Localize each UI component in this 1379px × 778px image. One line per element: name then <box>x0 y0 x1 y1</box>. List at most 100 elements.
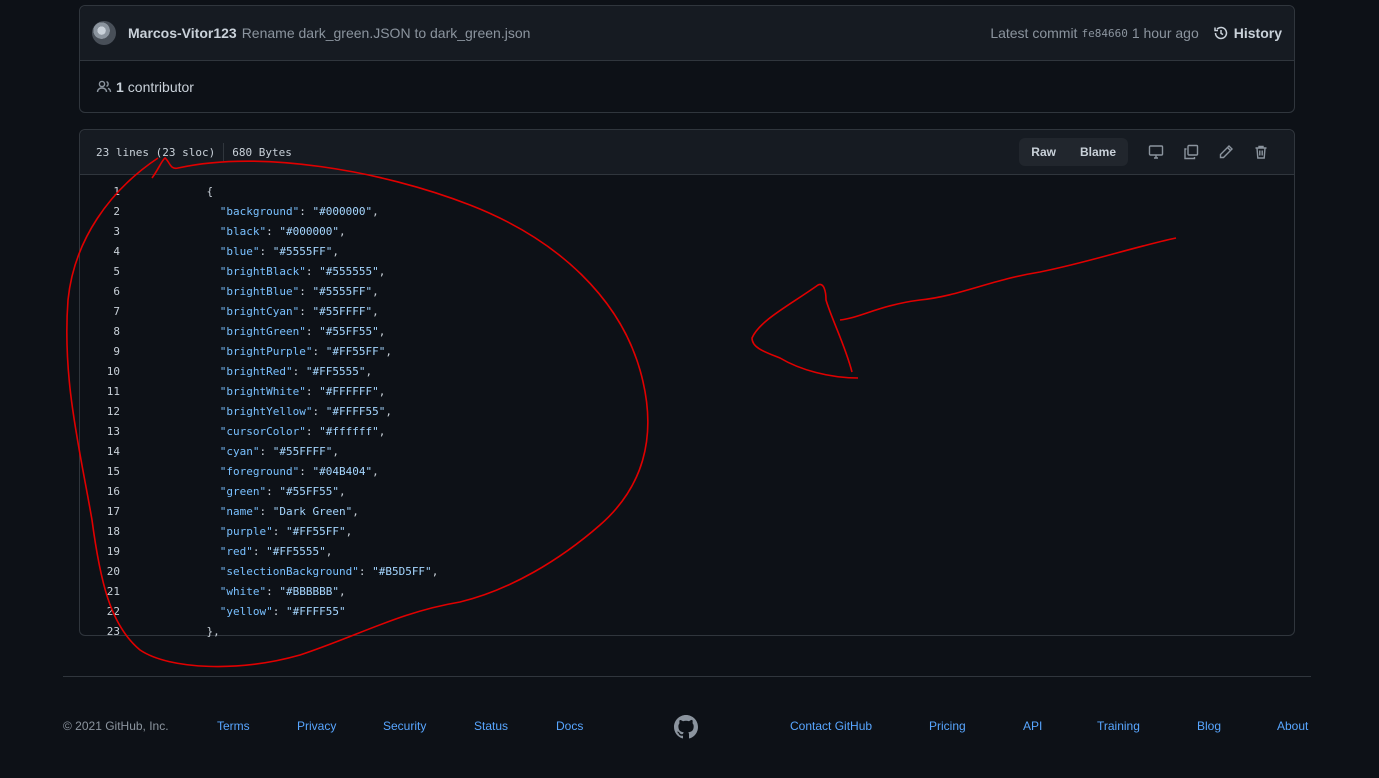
code-line[interactable]: 21 "white": "#BBBBBB", <box>80 581 1294 601</box>
code-line[interactable]: 6 "brightBlue": "#5555FF", <box>80 281 1294 301</box>
code-line[interactable]: 5 "brightBlack": "#555555", <box>80 261 1294 281</box>
edit-button[interactable] <box>1208 138 1243 166</box>
line-number[interactable]: 10 <box>80 365 120 378</box>
footer-link-training[interactable]: Training <box>1097 719 1140 733</box>
json-key: "purple" <box>219 524 273 538</box>
code-line[interactable]: 19 "red": "#FF5555", <box>80 541 1294 561</box>
line-number[interactable]: 19 <box>80 545 120 558</box>
footer-link-docs[interactable]: Docs <box>556 719 583 733</box>
json-key: "black" <box>219 224 267 238</box>
json-key: "name" <box>219 504 260 518</box>
commit-sha[interactable]: fe84660 <box>1081 27 1127 40</box>
json-key: "brightGreen" <box>219 324 306 338</box>
line-number[interactable]: 17 <box>80 505 120 518</box>
history-label: History <box>1233 25 1282 41</box>
contributor-label: contributor <box>127 79 194 95</box>
footer-link-about[interactable]: About <box>1277 719 1308 733</box>
line-number[interactable]: 22 <box>80 605 120 618</box>
line-number[interactable]: 1 <box>80 185 120 198</box>
github-logo-icon[interactable] <box>674 715 698 739</box>
footer-link-pricing[interactable]: Pricing <box>929 719 966 733</box>
line-content: "background": "#000000", <box>219 204 379 218</box>
code-line[interactable]: 14 "cyan": "#55FFFF", <box>80 441 1294 461</box>
line-number[interactable]: 20 <box>80 565 120 578</box>
line-number[interactable]: 5 <box>80 265 120 278</box>
code-listing[interactable]: 1 {2 "background": "#000000", 3 "black": … <box>80 175 1294 641</box>
footer-link-terms[interactable]: Terms <box>217 719 250 733</box>
code-line[interactable]: 8 "brightGreen": "#55FF55", <box>80 321 1294 341</box>
json-key: "brightPurple" <box>219 344 313 358</box>
line-content: "brightRed": "#FF5555", <box>219 364 373 378</box>
code-line[interactable]: 17 "name": "Dark Green", <box>80 501 1294 521</box>
code-line[interactable]: 10 "brightRed": "#FF5555", <box>80 361 1294 381</box>
json-key: "blue" <box>219 244 260 258</box>
line-number[interactable]: 9 <box>80 345 120 358</box>
line-number[interactable]: 11 <box>80 385 120 398</box>
line-number[interactable]: 23 <box>80 625 120 638</box>
json-value: "#000000" <box>279 224 339 238</box>
delete-button[interactable] <box>1243 138 1278 166</box>
code-line[interactable]: 7 "brightCyan": "#55FFFF", <box>80 301 1294 321</box>
line-number[interactable]: 18 <box>80 525 120 538</box>
json-value: "#FF55FF" <box>325 344 386 358</box>
file-lines-info: 23 lines (23 sloc) <box>96 145 216 159</box>
author-avatar[interactable] <box>92 21 116 45</box>
code-line[interactable]: 2 "background": "#000000", <box>80 201 1294 221</box>
json-value: "#BBBBBB" <box>279 584 339 598</box>
footer-link-blog[interactable]: Blog <box>1197 719 1221 733</box>
line-number[interactable]: 4 <box>80 245 120 258</box>
contributors-row[interactable]: 1 contributor <box>80 61 1294 113</box>
trash-icon <box>1255 145 1266 159</box>
line-number[interactable]: 6 <box>80 285 120 298</box>
line-content: "name": "Dark Green", <box>219 504 359 518</box>
line-number[interactable]: 13 <box>80 425 120 438</box>
line-number[interactable]: 7 <box>80 305 120 318</box>
code-line[interactable]: 15 "foreground": "#04B404", <box>80 461 1294 481</box>
line-number[interactable]: 15 <box>80 465 120 478</box>
footer-link-privacy[interactable]: Privacy <box>297 719 336 733</box>
line-number[interactable]: 21 <box>80 585 120 598</box>
blame-button[interactable]: Blame <box>1068 138 1128 166</box>
line-number[interactable]: 16 <box>80 485 120 498</box>
footer-link-status[interactable]: Status <box>474 719 508 733</box>
footer-copyright: © 2021 GitHub, Inc. <box>63 719 169 733</box>
json-value: "#ffffff" <box>319 424 379 438</box>
code-line[interactable]: 4 "blue": "#5555FF", <box>80 241 1294 261</box>
pencil-icon <box>1219 145 1233 159</box>
json-value: "#FFFF55" <box>325 404 386 418</box>
code-line[interactable]: 16 "green": "#55FF55", <box>80 481 1294 501</box>
code-line[interactable]: 9 "brightPurple": "#FF55FF", <box>80 341 1294 361</box>
footer-link-api[interactable]: API <box>1023 719 1042 733</box>
line-number[interactable]: 2 <box>80 205 120 218</box>
commit-author-link[interactable]: Marcos-Vitor123 <box>128 25 237 41</box>
line-number[interactable]: 12 <box>80 405 120 418</box>
code-line[interactable]: 1 { <box>80 181 1294 201</box>
line-content: "red": "#FF5555", <box>219 544 333 558</box>
line-number[interactable]: 8 <box>80 325 120 338</box>
json-value: "Dark Green" <box>272 504 353 518</box>
code-line[interactable]: 3 "black": "#000000", <box>80 221 1294 241</box>
code-line[interactable]: 12 "brightYellow": "#FFFF55", <box>80 401 1294 421</box>
code-line[interactable]: 20 "selectionBackground": "#B5D5FF", <box>80 561 1294 581</box>
line-number[interactable]: 14 <box>80 445 120 458</box>
copy-button[interactable] <box>1173 138 1208 166</box>
footer-link-contact[interactable]: Contact GitHub <box>790 719 872 733</box>
line-content: "brightBlue": "#5555FF", <box>219 284 379 298</box>
code-line[interactable]: 22 "yellow": "#FFFF55" <box>80 601 1294 621</box>
code-line[interactable]: 11 "brightWhite": "#FFFFFF", <box>80 381 1294 401</box>
commit-message[interactable]: Rename dark_green.JSON to dark_green.jso… <box>242 25 531 41</box>
json-brace: }, <box>206 624 220 638</box>
json-value: "#04B404" <box>312 464 373 478</box>
raw-button[interactable]: Raw <box>1019 138 1068 166</box>
code-line[interactable]: 13 "cursorColor": "#ffffff", <box>80 421 1294 441</box>
line-content: "black": "#000000", <box>219 224 346 238</box>
open-desktop-button[interactable] <box>1138 138 1173 166</box>
file-size: 680 Bytes <box>232 145 292 159</box>
history-link[interactable]: History <box>1213 25 1282 41</box>
line-number[interactable]: 3 <box>80 225 120 238</box>
code-line[interactable]: 23 }, <box>80 621 1294 641</box>
code-line[interactable]: 18 "purple": "#FF55FF", <box>80 521 1294 541</box>
footer-link-security[interactable]: Security <box>383 719 426 733</box>
json-value: "#FFFF55" <box>285 604 346 618</box>
json-brace: { <box>206 184 214 198</box>
